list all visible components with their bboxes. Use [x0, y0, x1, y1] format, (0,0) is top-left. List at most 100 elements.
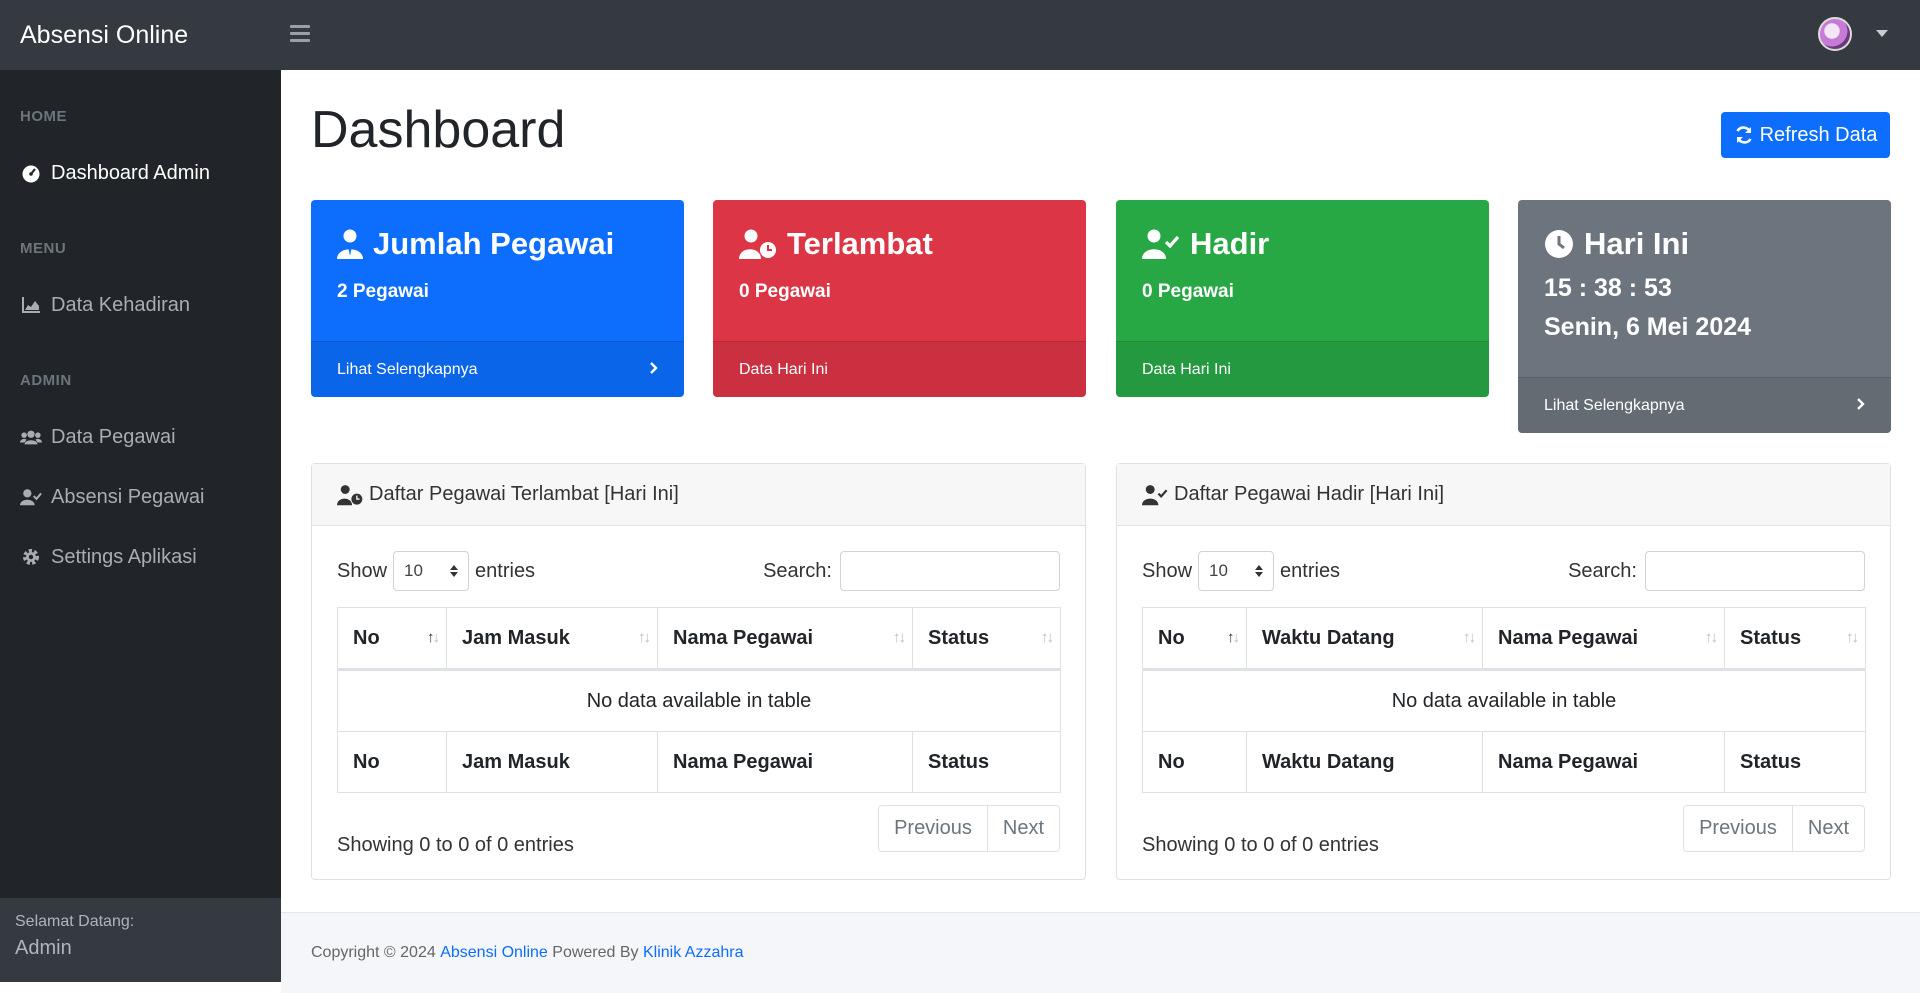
user-tie-icon: [337, 229, 363, 259]
panel-title: Daftar Pegawai Terlambat [Hari Ini]: [369, 483, 679, 505]
card-footer-label: Data Hari Ini: [739, 360, 828, 378]
sort-icon: ↑↓: [1463, 629, 1476, 646]
card-footer: Data Hari Ini: [713, 341, 1086, 397]
column-footer-waktu-datang: Waktu Datang: [1246, 731, 1483, 793]
user-avatar[interactable]: [1818, 17, 1852, 51]
column-footer-no: No: [337, 731, 447, 793]
next-button[interactable]: Next: [1791, 806, 1864, 851]
column-header-nama-pegawai[interactable]: Nama Pegawai ↑↓: [657, 607, 913, 671]
clock-icon: [1544, 229, 1574, 259]
sidebar-heading-menu: MENU: [20, 240, 67, 257]
user-check-icon: [1142, 484, 1168, 506]
org-link[interactable]: Klinik Azzahra: [643, 944, 744, 962]
column-header-status[interactable]: Status ↑↓: [912, 607, 1061, 671]
column-footer-status: Status: [1724, 731, 1866, 793]
sidebar-item-label: Absensi Pegawai: [51, 485, 205, 508]
entries-label: entries: [475, 559, 536, 582]
search-label: Search:: [1568, 559, 1637, 582]
search-label: Search:: [763, 559, 832, 582]
empty-table-message: No data available in table: [337, 669, 1061, 732]
user-check-icon: [20, 486, 42, 508]
select-arrows-icon: [450, 565, 459, 577]
area-chart-icon: [20, 294, 42, 316]
refresh-data-button[interactable]: Refresh Data: [1721, 112, 1890, 158]
sidebar-item-data-kehadiran[interactable]: Data Kehadiran: [0, 285, 281, 325]
sidebar-item-dashboard[interactable]: Dashboard Admin: [0, 153, 281, 193]
sidebar-item-label: Data Kehadiran: [51, 293, 190, 316]
card-jumlah-pegawai: Jumlah Pegawai 2 Pegawai Lihat Selengkap…: [311, 200, 684, 397]
sidebar-item-label: Settings Aplikasi: [51, 545, 197, 568]
next-button[interactable]: Next: [986, 806, 1059, 851]
card-hadir: Hadir 0 Pegawai Data Hari Ini: [1116, 200, 1489, 397]
card-title: Terlambat: [787, 226, 933, 261]
search-input[interactable]: [840, 551, 1060, 591]
column-header-nama-pegawai[interactable]: Nama Pegawai ↑↓: [1482, 607, 1725, 671]
app-link[interactable]: Absensi Online: [440, 944, 548, 962]
card-footer-link[interactable]: Lihat Selengkapnya: [311, 341, 684, 397]
entries-label: entries: [1280, 559, 1341, 582]
sidebar-item-label: Dashboard Admin: [51, 161, 210, 184]
column-header-waktu-datang[interactable]: Waktu Datang ↑↓: [1246, 607, 1483, 671]
sidebar-item-label: Data Pegawai: [51, 425, 176, 448]
data-table: No ↑↓ Jam Masuk ↑↓ Nama Pegawai ↑↓ Status ↑↓…: [337, 607, 1061, 793]
pagination: Previous Next: [1683, 805, 1865, 852]
sort-asc-icon: ↑↓: [427, 629, 440, 646]
card-title: Hadir: [1190, 226, 1270, 261]
data-table: No ↑↓ Waktu Datang ↑↓ Nama Pegawai ↑↓ Statu…: [1142, 607, 1866, 793]
card-footer-link[interactable]: Lihat Selengkapnya: [1518, 377, 1891, 433]
card-terlambat: Terlambat 0 Pegawai Data Hari Ini: [713, 200, 1086, 397]
sort-icon: ↑↓: [638, 629, 651, 646]
page-footer: Copyright © 2024 Absensi Online Powered …: [281, 912, 1920, 993]
sidebar-heading-home: HOME: [20, 108, 67, 125]
card-footer-label: Lihat Selengkapnya: [1544, 396, 1685, 414]
page-title: Dashboard: [311, 101, 566, 159]
column-header-status[interactable]: Status ↑↓: [1724, 607, 1866, 671]
chevron-down-icon[interactable]: [1876, 30, 1888, 37]
previous-button[interactable]: Previous: [879, 806, 987, 851]
entries-select[interactable]: 10: [1198, 551, 1275, 591]
users-icon: [20, 426, 42, 448]
app-brand[interactable]: Absensi Online: [20, 0, 188, 70]
pagination: Previous Next: [878, 805, 1060, 852]
sort-asc-icon: ↑↓: [1227, 629, 1240, 646]
select-arrows-icon: [1255, 565, 1264, 577]
user-clock-icon: [337, 484, 363, 506]
copyright-text: Copyright © 2024: [311, 944, 436, 961]
column-footer-nama-pegawai: Nama Pegawai: [657, 731, 913, 793]
sidebar-item-settings-aplikasi[interactable]: Settings Aplikasi: [0, 537, 281, 577]
show-label: Show: [1142, 559, 1193, 582]
powered-by-text: Powered By: [552, 944, 639, 961]
user-clock-icon: [739, 229, 777, 259]
sidebar-footer: Selamat Datang: Admin: [0, 898, 281, 982]
user-check-icon: [1142, 229, 1180, 259]
gear-icon: [20, 546, 42, 568]
column-footer-jam-masuk: Jam Masuk: [446, 731, 658, 793]
chevron-right-icon: [1856, 397, 1865, 415]
card-title: Jumlah Pegawai: [373, 226, 615, 261]
top-navbar: Absensi Online: [0, 0, 1920, 70]
column-header-no[interactable]: No ↑↓: [1142, 607, 1247, 671]
sort-icon: ↑↓: [1041, 629, 1054, 646]
sort-icon: ↑↓: [893, 629, 906, 646]
sidebar-heading-admin: ADMIN: [20, 372, 72, 389]
chevron-right-icon: [649, 361, 658, 379]
card-value: 0 Pegawai: [1142, 281, 1234, 302]
table-info: Showing 0 to 0 of 0 entries: [337, 834, 574, 856]
current-date: Senin, 6 Mei 2024: [1544, 313, 1752, 341]
panel-title: Daftar Pegawai Hadir [Hari Ini]: [1174, 483, 1445, 505]
sidebar-item-data-pegawai[interactable]: Data Pegawai: [0, 417, 281, 457]
card-value: 0 Pegawai: [739, 281, 831, 302]
entries-select[interactable]: 10: [393, 551, 470, 591]
entries-value: 10: [404, 561, 423, 580]
column-header-jam-masuk[interactable]: Jam Masuk ↑↓: [446, 607, 658, 671]
gauge-icon: [20, 162, 42, 184]
search-input[interactable]: [1645, 551, 1865, 591]
column-footer-status: Status: [912, 731, 1061, 793]
menu-toggle-icon[interactable]: [290, 25, 310, 45]
sort-icon: ↑↓: [1846, 629, 1859, 646]
panel-terlambat: Daftar Pegawai Terlambat [Hari Ini] Show…: [311, 463, 1086, 880]
column-header-no[interactable]: No ↑↓: [337, 607, 447, 671]
sidebar-item-absensi-pegawai[interactable]: Absensi Pegawai: [0, 477, 281, 517]
card-value: 2 Pegawai: [337, 281, 429, 302]
previous-button[interactable]: Previous: [1684, 806, 1792, 851]
